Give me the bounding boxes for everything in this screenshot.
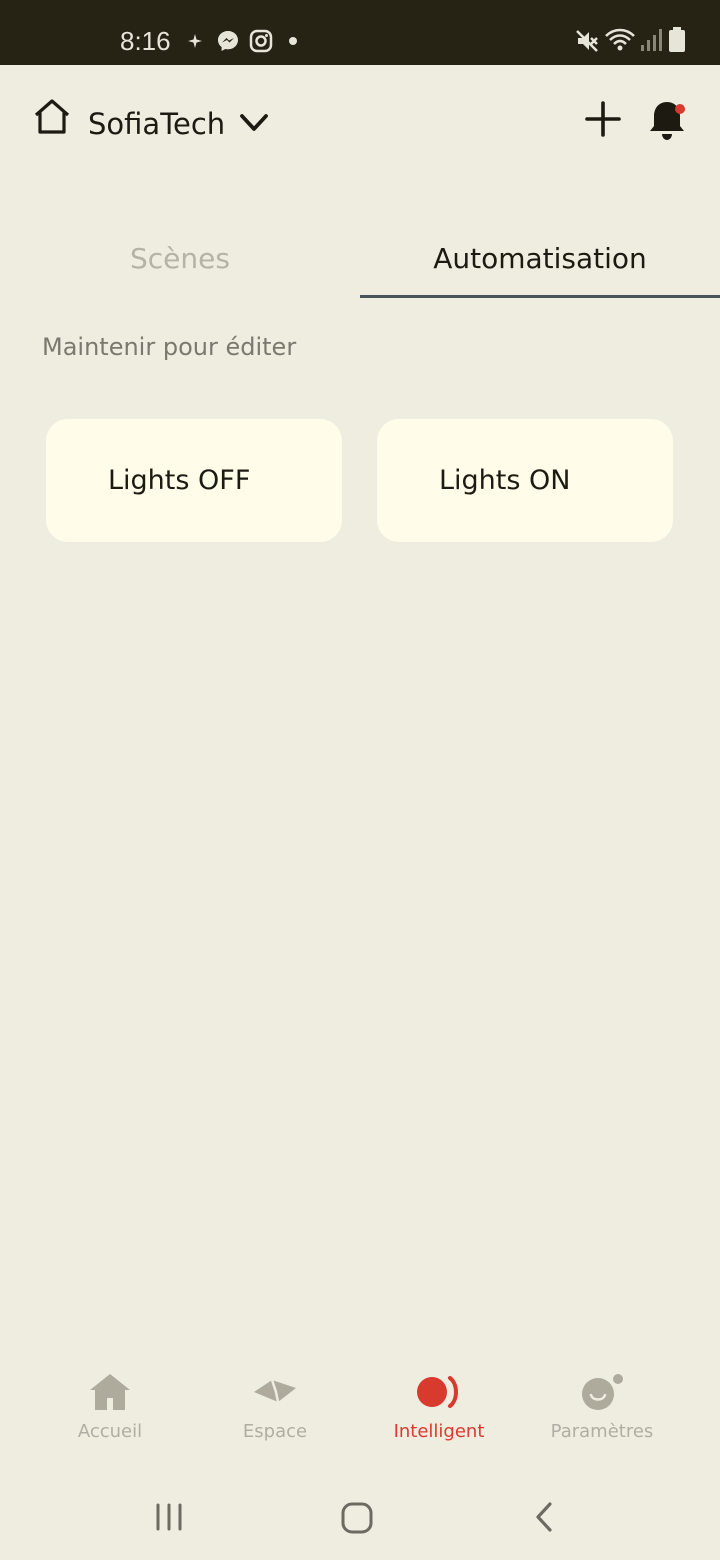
nav-label: Intelligent — [393, 1421, 485, 1442]
house-icon — [90, 1374, 130, 1410]
messenger-icon — [218, 31, 238, 51]
recents-icon[interactable] — [152, 1500, 186, 1534]
nav-label: Paramètres — [550, 1421, 654, 1442]
battery-icon — [669, 27, 685, 52]
settings-face-icon — [582, 1374, 623, 1410]
nav-accueil[interactable]: Accueil — [28, 1366, 192, 1456]
space-icon — [254, 1379, 296, 1403]
bell-icon[interactable] — [646, 98, 690, 142]
edit-hint: Maintenir pour éditer — [42, 333, 297, 361]
nav-parametres[interactable]: Paramètres — [520, 1366, 684, 1456]
mute-icon — [576, 30, 598, 52]
instagram-icon — [249, 29, 273, 53]
plus-icon[interactable] — [584, 100, 622, 138]
nav-label: Accueil — [77, 1421, 143, 1442]
chevron-down-icon[interactable] — [238, 110, 270, 136]
status-bar: 8:16 — [0, 0, 720, 65]
nav-intelligent[interactable]: Intelligent — [357, 1366, 521, 1456]
home-name[interactable]: SofiaTech — [88, 104, 225, 144]
nav-label: Espace — [242, 1421, 308, 1442]
tab-automatisation[interactable]: Automatisation — [360, 236, 720, 298]
signal-icon — [641, 29, 662, 51]
automation-card-lights-on[interactable]: Lights ON — [377, 419, 673, 542]
home-circle-icon[interactable] — [339, 1500, 375, 1536]
card-label: Lights OFF — [108, 465, 251, 496]
wifi-icon — [605, 28, 635, 51]
sparkle-icon — [188, 34, 202, 48]
dot-icon — [289, 37, 297, 45]
notification-dot — [675, 104, 685, 114]
automation-card-lights-off[interactable]: Lights OFF — [46, 419, 342, 542]
card-label: Lights ON — [439, 465, 571, 496]
nav-espace[interactable]: Espace — [193, 1366, 357, 1456]
back-icon[interactable] — [528, 1500, 562, 1534]
home-outline-icon[interactable] — [32, 98, 72, 136]
tab-scenes[interactable]: Scènes — [0, 236, 360, 298]
smart-icon — [417, 1376, 458, 1408]
status-time: 8:16 — [120, 26, 171, 56]
